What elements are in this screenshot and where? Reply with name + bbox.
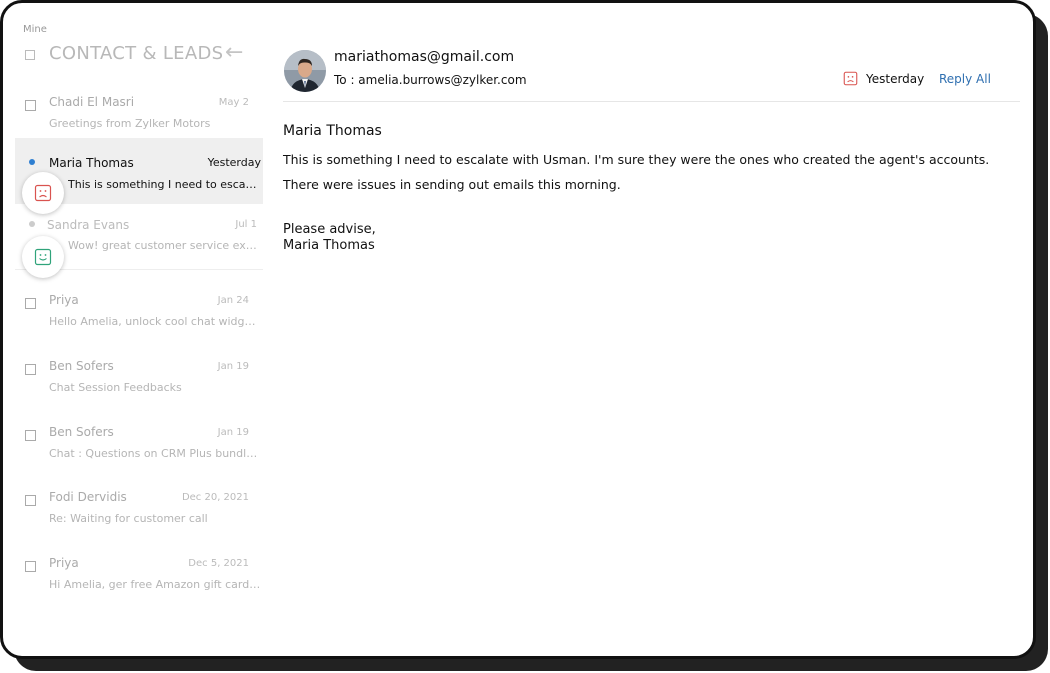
happy-face-icon xyxy=(34,248,52,266)
item-checkbox[interactable] xyxy=(25,495,36,506)
item-date: Jan 19 xyxy=(217,427,249,438)
message-date: Yesterday xyxy=(866,72,925,86)
positive-sentiment-badge[interactable] xyxy=(22,236,64,278)
sender-email: mariathomas@gmail.com xyxy=(334,49,515,65)
list-title: CONTACT & LEADS xyxy=(49,43,224,64)
sad-face-icon xyxy=(843,71,858,86)
item-snippet: Hello Amelia, unlock cool chat widgets t… xyxy=(49,315,261,328)
item-checkbox[interactable] xyxy=(25,100,36,111)
item-sender: Maria Thomas xyxy=(49,156,134,170)
item-date: Yesterday xyxy=(207,156,261,169)
list-item[interactable]: Ben Sofers Jan 19 Chat : Questions on CR… xyxy=(15,419,263,485)
header-divider xyxy=(283,101,1020,102)
item-date: Jul 1 xyxy=(235,219,257,230)
item-sender: Fodi Dervidis xyxy=(49,490,127,504)
message-signature: Maria Thomas xyxy=(283,238,375,253)
item-sender: Ben Sofers xyxy=(49,359,114,373)
item-snippet: Wow! great customer service experience xyxy=(68,239,258,252)
item-sender: Priya xyxy=(49,556,79,570)
item-snippet: Chat Session Feedbacks xyxy=(49,381,182,394)
list-item[interactable]: Priya Jan 24 Hello Amelia, unlock cool c… xyxy=(15,287,263,353)
item-sender: Sandra Evans xyxy=(47,218,130,232)
item-sender: Chadi El Masri xyxy=(49,95,135,109)
item-date: Jan 24 xyxy=(217,295,249,306)
message-closing: Please advise, xyxy=(283,222,376,237)
item-checkbox[interactable] xyxy=(25,430,36,441)
avatar xyxy=(284,50,326,92)
message-body-line: There were issues in sending out emails … xyxy=(283,177,621,192)
item-date: Dec 5, 2021 xyxy=(188,558,249,569)
item-date: Dec 20, 2021 xyxy=(181,492,249,503)
back-arrow-icon[interactable]: ← xyxy=(225,42,243,64)
item-date: Jan 19 xyxy=(217,361,249,372)
item-snippet: Hi Amelia, ger free Amazon gift cards no… xyxy=(49,578,261,591)
item-sender: Ben Sofers xyxy=(49,425,114,439)
filter-label[interactable]: Mine xyxy=(23,24,47,35)
item-snippet: Chat : Questions on CRM Plus bundle pric… xyxy=(49,447,261,460)
item-checkbox[interactable] xyxy=(25,364,36,375)
message-sentiment-icon[interactable] xyxy=(843,71,858,90)
list-item[interactable]: Fodi Dervidis Dec 20, 2021 Re: Waiting f… xyxy=(15,484,263,550)
list-item[interactable]: Priya Dec 5, 2021 Hi Amelia, ger free Am… xyxy=(15,550,263,616)
item-snippet: This is something I need to escalate wit… xyxy=(68,178,258,191)
unread-dot-icon xyxy=(29,159,35,165)
item-date: May 2 xyxy=(218,97,249,108)
negative-sentiment-badge[interactable] xyxy=(22,172,64,214)
message-body-line: This is something I need to escalate wit… xyxy=(283,152,990,167)
read-dot-icon xyxy=(29,221,35,227)
sad-face-icon xyxy=(34,184,52,202)
item-snippet: Re: Waiting for customer call xyxy=(49,512,208,525)
message-sender-name: Maria Thomas xyxy=(283,123,382,139)
item-sender: Priya xyxy=(49,293,79,307)
list-item[interactable]: Ben Sofers Jan 19 Chat Session Feedbacks xyxy=(15,353,263,419)
reply-all-button[interactable]: Reply All xyxy=(939,72,991,86)
item-checkbox[interactable] xyxy=(25,298,36,309)
item-checkbox[interactable] xyxy=(25,561,36,572)
select-all-checkbox[interactable] xyxy=(25,50,35,60)
app-window: Mine CONTACT & LEADS ← Chadi El Masri Ma… xyxy=(0,0,1036,659)
recipient-line: To : amelia.burrows@zylker.com xyxy=(334,73,527,87)
item-snippet: Greetings from Zylker Motors xyxy=(49,117,211,130)
